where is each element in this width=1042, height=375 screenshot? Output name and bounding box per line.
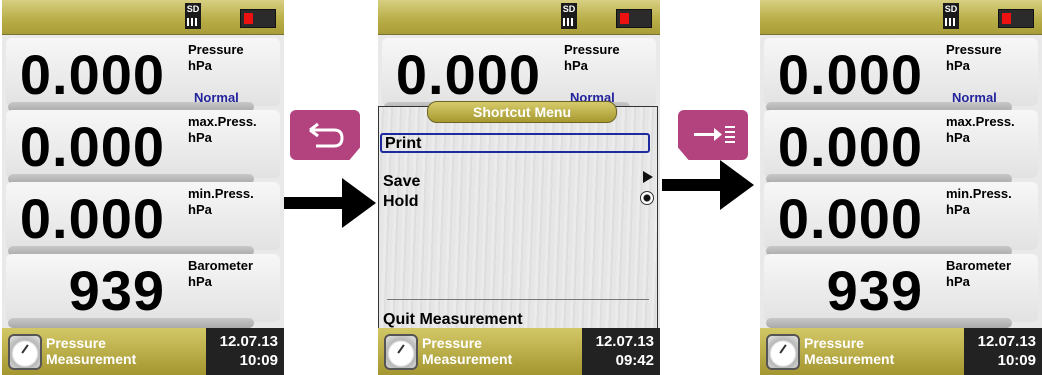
measurement-title: Pressure Measurement [422, 335, 513, 367]
reading-label: max.Press. [188, 114, 257, 129]
reading-label: Barometer [946, 258, 1012, 273]
status-bar: SD [760, 0, 1042, 35]
reading-pressure: 0.000 Pressure hPa Normal [760, 34, 1042, 112]
reading-value: 939 [68, 259, 165, 322]
status-bar: SD [2, 0, 284, 35]
shortcut-menu: Shortcut Menu Print Save Hold Quit Measu… [378, 101, 658, 332]
reading-min-pressure: 0.000 min.Press. hPa [2, 178, 284, 256]
reading-unit: hPa [188, 130, 212, 145]
reading-label: max.Press. [946, 114, 1015, 129]
menu-item-save[interactable]: Save [383, 173, 420, 191]
reading-unit: hPa [188, 202, 212, 217]
reading-label: Pressure [564, 42, 620, 57]
battery-icon [998, 9, 1034, 28]
bottom-bar: Pressure Measurement 12.07.13 10:09 [760, 328, 1042, 375]
arrow-lines-icon [694, 126, 735, 143]
menu-item-quit[interactable]: Quit Measurement [383, 311, 523, 329]
reading-value: 939 [826, 259, 923, 322]
reading-unit: hPa [564, 58, 588, 73]
print-key[interactable] [678, 110, 748, 160]
gauge-icon [8, 334, 42, 370]
sd-card-icon: SD [943, 3, 959, 29]
menu-title: Shortcut Menu [427, 101, 617, 123]
menu-item-print[interactable]: Print [380, 133, 650, 153]
reading-unit: hPa [946, 274, 970, 289]
mode-label: Normal [952, 90, 997, 105]
reading-value: 0.000 [19, 43, 165, 106]
datetime: 12.07.13 09:42 [582, 328, 660, 375]
screen-right: SD 0.000 Pressure hPa Normal 0.000 max.P… [760, 0, 1042, 375]
reading-label: Pressure [946, 42, 1002, 57]
measurement-title: Pressure Measurement [804, 335, 895, 367]
measurement-title: Pressure Measurement [46, 335, 137, 367]
reading-min-pressure: 0.000 min.Press. hPa [760, 178, 1042, 256]
reading-value: 0.000 [777, 115, 923, 178]
reading-label: min.Press. [188, 186, 254, 201]
back-key[interactable] [290, 110, 360, 160]
reading-label: Barometer [188, 258, 254, 273]
battery-icon [616, 9, 652, 28]
reading-value: 0.000 [395, 43, 541, 106]
datetime: 12.07.13 10:09 [964, 328, 1042, 375]
reading-unit: hPa [946, 202, 970, 217]
flow-arrow-right-icon [284, 178, 376, 228]
reading-unit: hPa [946, 58, 970, 73]
reading-unit: hPa [188, 58, 212, 73]
datetime: 12.07.13 10:09 [206, 328, 284, 375]
submenu-arrow-icon [643, 171, 653, 183]
status-bar: SD [378, 0, 660, 35]
reading-value: 0.000 [777, 187, 923, 250]
reading-barometer: 939 Barometer hPa [2, 250, 284, 328]
reading-max-pressure: 0.000 max.Press. hPa [760, 106, 1042, 184]
radio-icon[interactable] [640, 191, 654, 205]
bottom-bar: Pressure Measurement 12.07.13 10:09 [2, 328, 284, 375]
bottom-bar: Pressure Measurement 12.07.13 09:42 [378, 328, 660, 375]
reading-value: 0.000 [777, 43, 923, 106]
sd-card-icon: SD [185, 3, 201, 29]
screen-middle: SD 0.000 Pressure hPa Normal Shortcut Me… [378, 0, 660, 375]
reading-value: 0.000 [19, 187, 165, 250]
sd-card-icon: SD [561, 3, 577, 29]
screen-left: SD 0.000 Pressure hPa Normal 0.000 max.P… [2, 0, 284, 375]
menu-divider [387, 299, 649, 300]
mode-label: Normal [194, 90, 239, 105]
reading-unit: hPa [188, 274, 212, 289]
flow-arrow-right-icon [662, 160, 754, 210]
return-arrow-icon [309, 122, 344, 148]
reading-label: min.Press. [946, 186, 1012, 201]
reading-label: Pressure [188, 42, 244, 57]
reading-value: 0.000 [19, 115, 165, 178]
battery-icon [240, 9, 276, 28]
menu-item-hold[interactable]: Hold [383, 193, 419, 211]
reading-unit: hPa [946, 130, 970, 145]
gauge-icon [766, 334, 800, 370]
reading-barometer: 939 Barometer hPa [760, 250, 1042, 328]
reading-pressure: 0.000 Pressure hPa Normal [2, 34, 284, 112]
reading-max-pressure: 0.000 max.Press. hPa [2, 106, 284, 184]
gauge-icon [384, 334, 418, 370]
